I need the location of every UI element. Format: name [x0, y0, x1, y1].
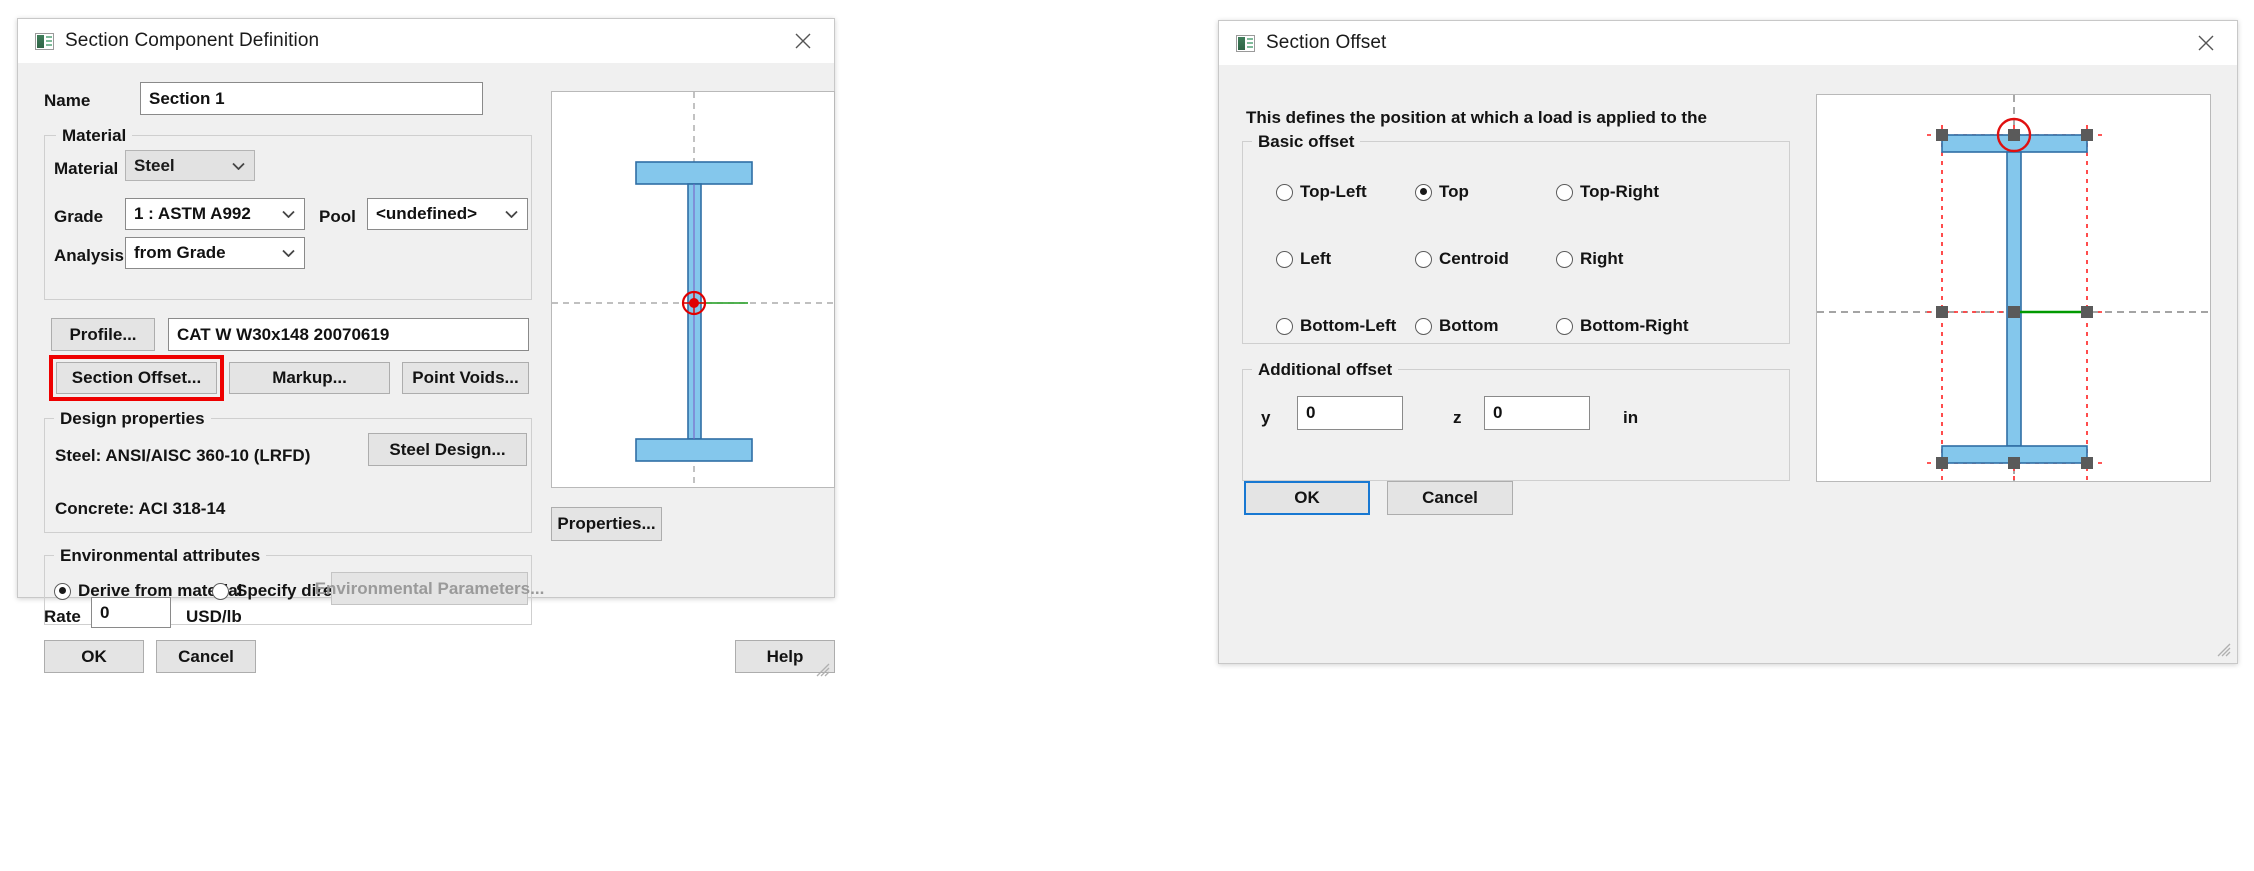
- section-component-body: Name Section 1 Material Material Steel G…: [18, 63, 834, 597]
- cancel-button[interactable]: Cancel: [1387, 481, 1513, 515]
- screen-root: Section Component Definition Name Sectio…: [0, 0, 2254, 871]
- radio-dot-icon: [1556, 184, 1573, 201]
- window-title: Section Component Definition: [65, 30, 319, 52]
- environmental-parameters-button: Environmental Parameters...: [331, 572, 528, 605]
- basic-offset-groupbox: [1242, 141, 1790, 344]
- offset-description: This defines the position at which a loa…: [1246, 108, 1707, 128]
- radio-dot-icon: [1556, 251, 1573, 268]
- titlebar-section-offset: Section Offset: [1219, 21, 2237, 65]
- ok-button[interactable]: OK: [44, 640, 144, 673]
- y-offset-input[interactable]: 0: [1297, 396, 1403, 430]
- profile-value-input[interactable]: CAT W W30x148 20070619: [168, 318, 529, 351]
- radio-dot-icon: [54, 583, 71, 600]
- grade-select[interactable]: 1 : ASTM A992: [125, 198, 305, 230]
- radio-dot-icon: [212, 583, 229, 600]
- material-label: Material: [54, 159, 118, 179]
- radio-dot-icon: [1556, 318, 1573, 335]
- grade-label: Grade: [54, 207, 103, 227]
- material-select-value: Steel: [134, 156, 175, 176]
- radio-label: Bottom: [1439, 316, 1498, 336]
- radio-top[interactable]: Top: [1415, 182, 1469, 202]
- material-select[interactable]: Steel: [125, 150, 255, 181]
- section-component-definition-window: Section Component Definition Name Sectio…: [17, 18, 835, 598]
- offset-unit-label: in: [1623, 408, 1638, 428]
- y-offset-label: y: [1261, 408, 1270, 428]
- cancel-button[interactable]: Cancel: [156, 640, 256, 673]
- radio-bottom-right[interactable]: Bottom-Right: [1556, 316, 1689, 336]
- radio-label: Right: [1580, 249, 1623, 269]
- design-properties-group-title: Design properties: [54, 409, 211, 429]
- design-concrete-text: Concrete: ACI 318-14: [55, 499, 225, 519]
- analysis-select-value: from Grade: [134, 243, 226, 263]
- window-title: Section Offset: [1266, 32, 1386, 54]
- offset-preview-pane[interactable]: [1816, 94, 2211, 482]
- radio-label: Centroid: [1439, 249, 1509, 269]
- radio-dot-icon: [1276, 318, 1293, 335]
- app-window-icon: [1236, 35, 1255, 52]
- radio-label: Bottom-Right: [1580, 316, 1689, 336]
- radio-dot-icon: [1415, 251, 1432, 268]
- name-label: Name: [44, 91, 90, 111]
- close-icon[interactable]: [772, 19, 834, 63]
- radio-dot-icon: [1276, 251, 1293, 268]
- name-input[interactable]: Section 1: [140, 82, 483, 115]
- analysis-select[interactable]: from Grade: [125, 237, 305, 269]
- resize-grip[interactable]: [2217, 643, 2231, 657]
- rate-row-label: Rate: [44, 607, 81, 627]
- section-offset-body: This defines the position at which a loa…: [1219, 65, 2237, 663]
- environmental-attributes-group-title: Environmental attributes: [54, 546, 266, 566]
- section-preview-pane[interactable]: [551, 91, 835, 488]
- radio-label: Left: [1300, 249, 1331, 269]
- pool-select[interactable]: <undefined>: [367, 198, 528, 230]
- ok-button[interactable]: OK: [1244, 481, 1370, 515]
- steel-design-button[interactable]: Steel Design...: [368, 433, 527, 466]
- section-offset-window: Section Offset This defines the position…: [1218, 20, 2238, 664]
- radio-label: Top-Left: [1300, 182, 1367, 202]
- rate-input[interactable]: 0: [91, 597, 171, 628]
- radio-top-right[interactable]: Top-Right: [1556, 182, 1659, 202]
- properties-button[interactable]: Properties...: [551, 507, 662, 541]
- radio-left[interactable]: Left: [1276, 249, 1331, 269]
- basic-offset-group-title: Basic offset: [1252, 132, 1360, 152]
- grade-select-value: 1 : ASTM A992: [134, 204, 251, 224]
- chevron-down-icon: [232, 162, 245, 170]
- section-offset-button[interactable]: Section Offset...: [56, 362, 217, 394]
- chevron-down-icon: [282, 210, 295, 218]
- additional-offset-group-title: Additional offset: [1252, 360, 1398, 380]
- rate-unit-label: USD/lb: [186, 607, 242, 627]
- radio-centroid[interactable]: Centroid: [1415, 249, 1509, 269]
- markup-button[interactable]: Markup...: [229, 362, 390, 394]
- radio-top-left[interactable]: Top-Left: [1276, 182, 1367, 202]
- radio-bottom-left[interactable]: Bottom-Left: [1276, 316, 1396, 336]
- radio-dot-icon: [1415, 184, 1432, 201]
- point-voids-button[interactable]: Point Voids...: [402, 362, 529, 394]
- pool-label: Pool: [319, 207, 356, 227]
- z-offset-input[interactable]: 0: [1484, 396, 1590, 430]
- close-icon[interactable]: [2175, 21, 2237, 65]
- material-group-title: Material: [56, 126, 132, 146]
- offset-preview-svg: [1817, 95, 2211, 482]
- radio-label: Bottom-Left: [1300, 316, 1396, 336]
- design-steel-text: Steel: ANSI/AISC 360-10 (LRFD): [55, 446, 310, 466]
- titlebar-section-component: Section Component Definition: [18, 19, 834, 63]
- radio-dot-icon: [1415, 318, 1432, 335]
- chevron-down-icon: [282, 249, 295, 257]
- radio-dot-icon: [1276, 184, 1293, 201]
- radio-bottom[interactable]: Bottom: [1415, 316, 1498, 336]
- radio-label: Top: [1439, 182, 1469, 202]
- resize-grip[interactable]: [816, 663, 830, 677]
- app-window-icon: [35, 33, 54, 50]
- radio-right[interactable]: Right: [1556, 249, 1623, 269]
- chevron-down-icon: [505, 210, 518, 218]
- profile-button[interactable]: Profile...: [51, 318, 155, 351]
- z-offset-label: z: [1453, 408, 1462, 428]
- pool-select-value: <undefined>: [376, 204, 477, 224]
- radio-label: Top-Right: [1580, 182, 1659, 202]
- analysis-label: Analysis: [54, 246, 124, 266]
- section-preview-svg: [552, 92, 835, 488]
